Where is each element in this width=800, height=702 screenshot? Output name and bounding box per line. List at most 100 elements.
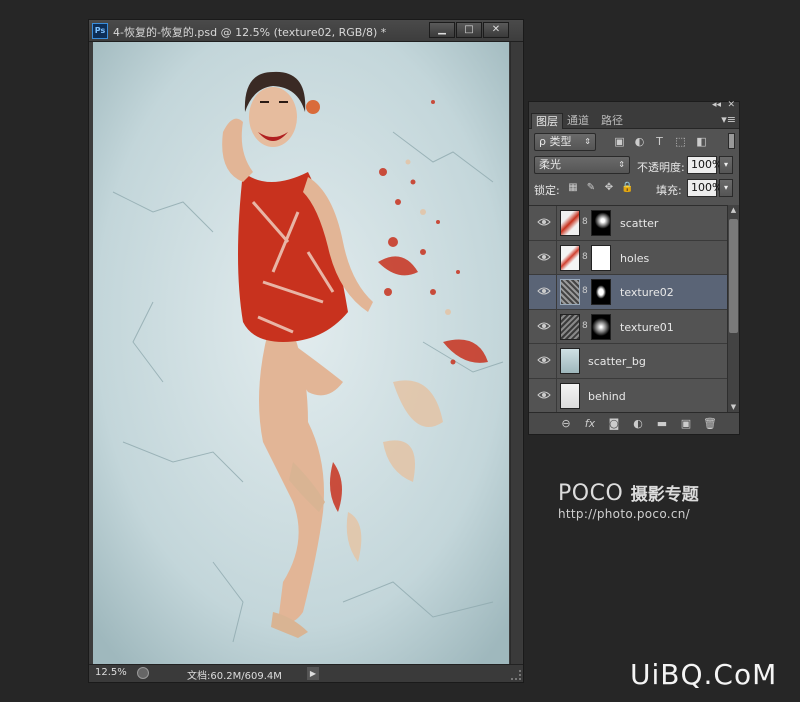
panel-footer: ⊖ fx ◙ ◐ ▬ ▣ 🗑 (529, 412, 739, 434)
filter-toggle-switch[interactable] (728, 133, 735, 149)
poco-watermark: POCO 摄影专题 http://photo.poco.cn/ (558, 480, 699, 521)
visibility-toggle[interactable] (529, 206, 557, 240)
artwork-image (93, 42, 509, 664)
layer-thumbnail[interactable] (560, 279, 580, 305)
blend-row: 柔光 ⇕ 不透明度: 100% ▾ (529, 153, 739, 177)
eye-icon (537, 287, 551, 295)
layer-list: 8 scatter 8 holes 8 texture02 8 texture0… (529, 205, 727, 412)
scroll-down-icon[interactable]: ▼ (728, 402, 739, 412)
layer-list-scrollbar[interactable]: ▲ ▼ (727, 205, 739, 412)
tab-paths[interactable]: 路径 (597, 113, 627, 129)
layer-name[interactable]: scatter_bg (588, 355, 646, 368)
fill-dropdown-icon[interactable]: ▾ (719, 179, 733, 197)
document-titlebar[interactable]: Ps 4-恢复的-恢复的.psd @ 12.5% (texture02, RGB… (89, 20, 523, 42)
layer-name[interactable]: holes (620, 252, 649, 265)
lock-position-icon[interactable]: ✥ (603, 182, 615, 194)
lock-all-icon[interactable]: 🔒 (621, 182, 633, 194)
panel-topbar[interactable]: ◂◂ ✕ (529, 100, 739, 112)
document-scrollbar[interactable] (510, 42, 522, 664)
fill-input[interactable]: 100% (687, 179, 722, 197)
status-info-icon[interactable] (137, 667, 149, 679)
scroll-up-icon[interactable]: ▲ (728, 205, 739, 215)
collapse-panel-icon[interactable]: ◂◂ (712, 100, 721, 110)
poco-logo: POCO (558, 481, 624, 506)
layer-mask-thumbnail[interactable] (591, 244, 611, 271)
panel-tabs: 图层 通道 路径 ▾≡ (529, 112, 739, 129)
layer-name[interactable]: texture01 (620, 321, 674, 334)
blend-mode-dropdown[interactable]: 柔光 ⇕ (534, 156, 630, 174)
chain-link-icon[interactable]: 8 (582, 320, 588, 332)
image-canvas[interactable] (93, 42, 509, 664)
zoom-level[interactable]: 12.5% (95, 667, 127, 678)
layer-row-holes[interactable]: 8 holes (529, 240, 727, 275)
chain-link-icon[interactable]: 8 (582, 216, 588, 228)
filter-row: ρ 类型 ⇕ ▣ ◐ T ⬚ ◧ (529, 129, 739, 153)
new-group-folder-icon[interactable]: ▬ (655, 417, 669, 431)
visibility-toggle[interactable] (529, 275, 557, 309)
scroll-thumb[interactable] (729, 219, 738, 333)
lock-row: 锁定: ▦ ✎ ✥ 🔒 填充: 100% ▾ (529, 177, 739, 201)
opacity-input[interactable]: 100% (687, 156, 722, 174)
smart-object-filter-icon[interactable]: ◧ (695, 135, 708, 148)
document-window: Ps 4-恢复的-恢复的.psd @ 12.5% (texture02, RGB… (88, 19, 524, 683)
layer-name[interactable]: scatter (620, 217, 658, 230)
layer-row-scatter-bg[interactable]: scatter_bg (529, 344, 727, 379)
chain-link-icon[interactable]: 8 (582, 251, 588, 263)
visibility-toggle[interactable] (529, 378, 557, 412)
visibility-toggle[interactable] (529, 309, 557, 343)
close-panel-icon[interactable]: ✕ (727, 100, 735, 110)
poco-url: http://photo.poco.cn/ (558, 507, 691, 521)
lock-image-icon[interactable]: ✎ (585, 182, 597, 194)
fx-icon[interactable]: fx (583, 417, 597, 431)
adjustment-layer-icon[interactable]: ◐ (631, 417, 645, 431)
shape-filter-icon[interactable]: ⬚ (674, 135, 687, 148)
layer-row-texture02[interactable]: 8 texture02 (529, 275, 727, 310)
lock-transparent-icon[interactable]: ▦ (567, 182, 579, 194)
eye-icon (537, 322, 551, 329)
eye-icon (537, 253, 551, 260)
tab-layers[interactable]: 图层 (531, 113, 563, 129)
adjustment-filter-icon[interactable]: ◐ (633, 135, 646, 148)
panel-menu-icon[interactable]: ▾≡ (721, 113, 736, 126)
add-mask-icon[interactable]: ◙ (607, 417, 621, 431)
layer-thumbnail[interactable] (560, 210, 580, 236)
resize-grip-icon[interactable] (511, 670, 521, 680)
status-menu-arrow-icon[interactable]: ▶ (307, 667, 319, 680)
layer-name[interactable]: texture02 (620, 286, 674, 299)
layer-thumbnail[interactable] (560, 244, 580, 271)
new-layer-icon[interactable]: ▣ (679, 417, 693, 431)
fill-label: 填充: (656, 184, 682, 197)
maximize-button[interactable]: □ (456, 22, 482, 38)
layer-mask-thumbnail[interactable] (591, 210, 611, 236)
layer-mask-thumbnail[interactable] (591, 313, 611, 340)
layer-thumbnail[interactable] (560, 313, 580, 340)
layer-row-behind[interactable]: behind (529, 378, 727, 412)
visibility-toggle[interactable] (529, 240, 557, 274)
layer-row-texture01[interactable]: 8 texture01 (529, 309, 727, 344)
tab-channels[interactable]: 通道 (563, 113, 593, 129)
type-filter-icon[interactable]: T (653, 135, 666, 148)
visibility-toggle[interactable] (529, 344, 557, 378)
blend-mode-value: 柔光 (539, 158, 561, 171)
minimize-button[interactable]: ▁ (429, 22, 455, 38)
image-filter-icon[interactable]: ▣ (613, 135, 626, 148)
layer-mask-thumbnail[interactable] (591, 279, 611, 305)
link-layers-icon[interactable]: ⊖ (559, 417, 573, 431)
chain-link-icon[interactable]: 8 (582, 285, 588, 297)
document-size: 文档:60.2M/609.4M (187, 671, 282, 682)
photoshop-icon: Ps (92, 23, 108, 39)
eye-icon (537, 391, 551, 398)
close-button[interactable]: ✕ (483, 22, 509, 38)
uibq-watermark: UiBQ.CoM (630, 658, 778, 691)
poco-subtitle: 摄影专题 (630, 485, 699, 505)
layer-filter-dropdown[interactable]: ρ 类型 ⇕ (534, 133, 596, 151)
opacity-dropdown-icon[interactable]: ▾ (719, 156, 733, 174)
layer-thumbnail[interactable] (560, 348, 580, 374)
layer-row-scatter[interactable]: 8 scatter (529, 206, 727, 241)
layer-thumbnail[interactable] (560, 382, 580, 409)
layer-name[interactable]: behind (588, 390, 626, 403)
dropdown-arrow-icon: ⇕ (584, 137, 591, 146)
delete-layer-trash-icon[interactable]: 🗑 (703, 417, 717, 431)
eye-icon (537, 356, 551, 364)
document-statusbar: 12.5% 文档:60.2M/609.4M ▶ (89, 664, 523, 682)
